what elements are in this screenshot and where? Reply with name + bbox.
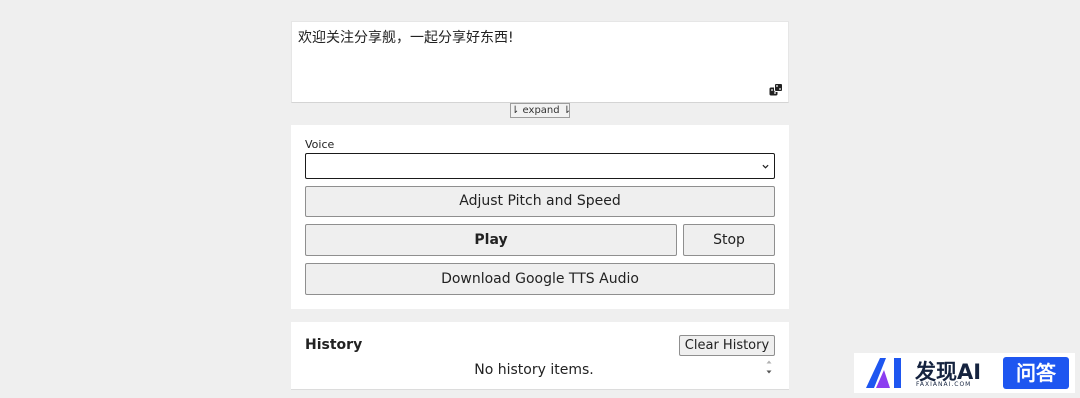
scroll-up-icon[interactable] xyxy=(765,358,773,366)
chevron-down-icon xyxy=(762,164,769,169)
download-audio-button[interactable]: Download Google TTS Audio xyxy=(305,263,775,295)
play-button[interactable]: Play xyxy=(305,224,677,256)
voice-label: Voice xyxy=(305,138,335,151)
faxianai-logo-icon xyxy=(866,358,901,388)
watermark-tag: 问答 xyxy=(1003,357,1069,389)
text-input-value[interactable]: 欢迎关注分享舰，一起分享好东西! xyxy=(298,27,514,47)
watermark-logo: 发现AI FAXIANAI.COM 问答 xyxy=(854,353,1075,393)
text-input-area[interactable]: 欢迎关注分享舰，一起分享好东西! xyxy=(291,21,789,103)
history-title: History xyxy=(305,337,363,353)
controls-panel: Voice Adjust Pitch and Speed Play Stop D… xyxy=(291,125,789,309)
history-empty-message: No history items. xyxy=(474,362,594,378)
dice-icon[interactable] xyxy=(769,83,783,97)
clear-history-button[interactable]: Clear History xyxy=(679,335,775,356)
adjust-pitch-speed-button[interactable]: Adjust Pitch and Speed xyxy=(305,186,775,217)
voice-select[interactable] xyxy=(305,153,775,179)
scroll-down-icon[interactable] xyxy=(765,368,773,376)
expand-button[interactable]: ⇂ expand ⇂ xyxy=(510,103,571,118)
watermark-domain: FAXIANAI.COM xyxy=(916,381,972,388)
history-panel: History Clear History No history items. xyxy=(291,322,789,390)
stop-button[interactable]: Stop xyxy=(683,224,775,256)
